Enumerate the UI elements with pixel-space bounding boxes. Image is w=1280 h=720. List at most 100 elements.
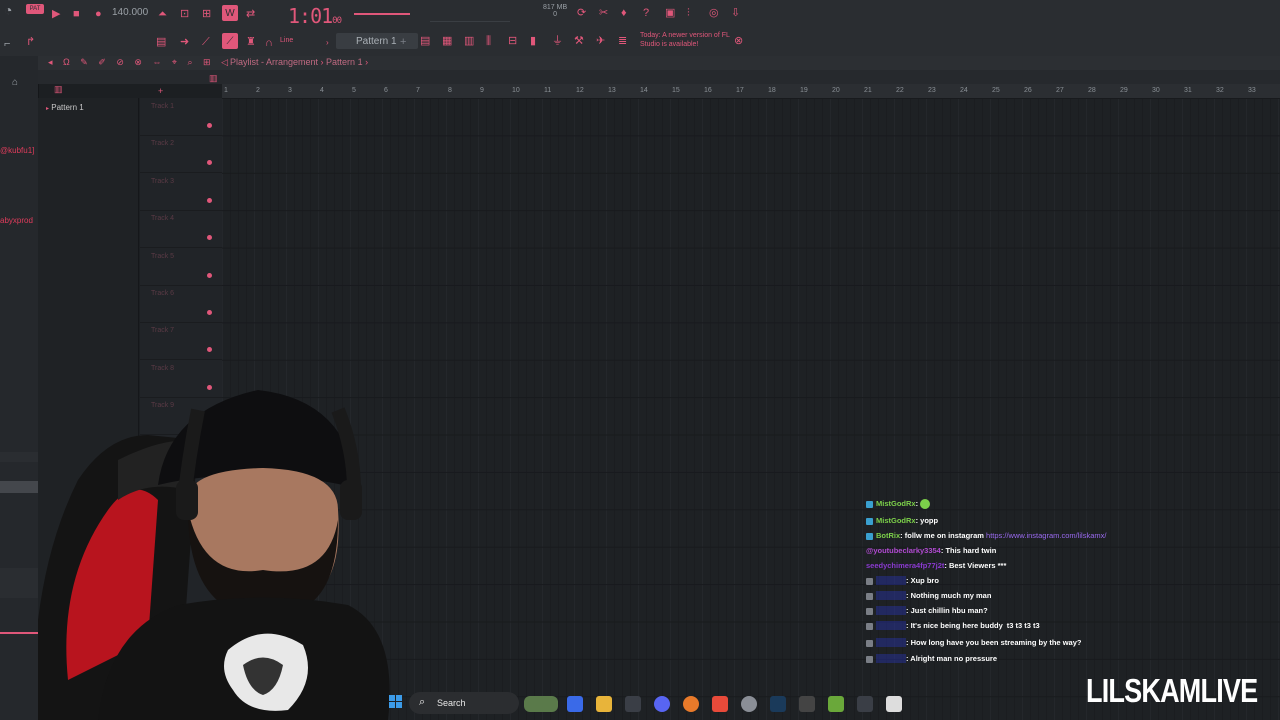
fl-logo-icon[interactable]: ◔ [4,3,12,17]
cpu-icon[interactable]: ⟳ [577,7,586,19]
time-marker-icon[interactable]: ▥ [209,72,218,84]
wait-icon[interactable]: ⊡ [180,8,189,20]
taskbar-search-label: Search [437,698,466,708]
capcut-icon[interactable] [886,696,902,712]
chat-username[interactable] [876,591,906,600]
track-mute-indicator[interactable] [207,272,212,278]
chat-username[interactable]: MistGodRx [876,516,916,525]
update-news[interactable]: Today: A newer version of FL Studio is a… [640,31,736,49]
browser-options-icon[interactable]: ⌂ [12,77,18,88]
chat-link[interactable]: https://www.instagram.com/lilskamx/ [986,531,1106,540]
piano-icon[interactable]: ▥ [464,35,474,47]
magnet-icon[interactable]: ∩ [265,37,273,49]
steam-icon[interactable] [770,696,786,712]
master-volume-slider[interactable] [354,13,410,15]
track-mute-indicator[interactable] [207,197,212,203]
chat-username[interactable] [876,654,906,663]
chat-icon[interactable]: ◎ [709,7,719,19]
paint-tool-button[interactable]: ⟋ [222,33,238,49]
chat-username[interactable]: @youtubeclarky3354 [866,546,941,555]
song-mode-button[interactable]: PAT [26,4,44,14]
weather-widget-icon[interactable] [524,696,558,712]
pattern-list-icon[interactable]: ▥ [54,83,63,95]
add-pattern-icon[interactable]: + [400,36,406,48]
download-icon[interactable]: ⇩ [731,7,740,19]
chat-username[interactable]: BotRix [876,531,900,540]
track-mute-indicator[interactable] [207,310,212,315]
mixer-icon[interactable]: ⫶ [687,7,690,19]
help-icon[interactable]: ? [643,7,649,19]
track-header[interactable]: Track 3 [140,173,222,211]
pattern-list-item[interactable]: ▸ Pattern 1 [46,103,84,112]
record-icon[interactable]: ● [95,8,102,20]
countdown-icon[interactable]: ⊞ [202,8,211,20]
cut-icon[interactable]: ✂ [599,7,608,19]
stop-icon[interactable]: ■ [73,8,80,20]
store-icon[interactable] [625,696,641,712]
plugin-icon[interactable]: ▮ [530,35,536,47]
file-explorer-icon[interactable] [596,696,612,712]
pencil-icon[interactable]: ⟋ [202,36,210,48]
notes-icon[interactable]: ≣ [618,35,627,47]
pattern-prev-icon[interactable]: › [326,37,329,49]
discord-icon[interactable] [654,696,670,712]
chat-username[interactable] [876,621,906,630]
menu-icon[interactable]: ⌐ [4,38,10,50]
obs-icon[interactable] [741,696,757,712]
play-icon[interactable]: ▶ [52,8,60,20]
browser-item[interactable] [0,568,38,598]
metronome-icon[interactable]: ⏶ [158,8,167,20]
mic-icon[interactable]: ♦ [621,7,627,19]
close-news-icon[interactable]: ⊗ [734,35,743,47]
chat-username[interactable] [876,638,906,647]
chat-username[interactable] [876,606,906,615]
app-icon[interactable] [799,696,815,712]
step-edit-icon[interactable]: ⇄ [246,8,255,20]
track-mute-indicator[interactable] [207,160,212,166]
browser-item[interactable] [0,452,38,462]
chat-username[interactable] [876,576,906,585]
line-mode-label[interactable]: Line [280,37,293,44]
windows-start-icon[interactable] [389,695,403,709]
snap-icon[interactable]: ↱ [26,36,35,48]
tempo-display[interactable]: 140.000 [112,7,148,18]
piano-roll-icon[interactable]: ▤ [156,36,166,48]
track-header[interactable]: Track 1 [140,98,222,136]
add-track-icon[interactable]: + [158,85,163,97]
track-mute-indicator[interactable] [207,123,212,128]
timeline-ruler[interactable]: 1 2 3 4 5 6 7 8 9 10 11 12 13 14 15 16 17 18 19 20 21 22 23 24 2… [222,84,1280,99]
fl-studio-taskbar-icon[interactable] [683,696,699,712]
brave-icon[interactable] [712,696,728,712]
mixer-window-icon[interactable]: ⫼ [486,35,491,47]
browser-icon[interactable]: ⊟ [508,35,517,47]
browser-scrollbar[interactable] [0,481,38,493]
minecraft-icon[interactable] [828,696,844,712]
playlist-subheader [38,70,1280,84]
tempo-icon[interactable]: ✈ [596,35,605,47]
chat-username[interactable]: seedychimera4fp77j2t [866,561,944,570]
track-header[interactable]: Track 5 [140,248,222,286]
loop-record-button[interactable]: W [222,5,238,21]
playlist-tools[interactable]: ◂ Ω ✎ ✐ ⊘ ⊗ ⇔ ⌖ ⌕ ⊞ ◁ [48,57,232,68]
app-4k-icon[interactable] [857,696,873,712]
track-header[interactable]: Track 4 [140,210,222,249]
ruler-tick: 28 [1088,87,1096,94]
track-mute-indicator[interactable] [207,347,212,353]
brush-icon[interactable]: ♜ [246,36,256,48]
chat-username[interactable]: MistGodRx [876,499,916,508]
playlist-icon[interactable]: ▤ [420,35,430,47]
track-header[interactable]: Track 6 [140,285,222,323]
track-header[interactable]: Track 7 [140,322,222,361]
plug-icon[interactable]: ⏚ [552,35,563,47]
chat-text: : It's nice being here buddy [906,621,1003,630]
wrench-icon[interactable]: ⚒ [574,35,584,47]
channel-rack-icon[interactable]: ▦ [442,35,452,47]
chat-badge-icon [866,592,873,600]
track-mute-indicator[interactable] [207,235,212,241]
chat-emote-tail: t3 t3 t3 t3 [1006,621,1040,630]
taskbar-search[interactable]: ⌕ Search [409,692,519,714]
arrow-right-icon[interactable]: ➜ [180,36,189,48]
copilot-icon[interactable] [567,696,583,712]
track-header[interactable]: Track 2 [140,135,222,174]
save-icon[interactable]: ▣ [665,7,675,19]
